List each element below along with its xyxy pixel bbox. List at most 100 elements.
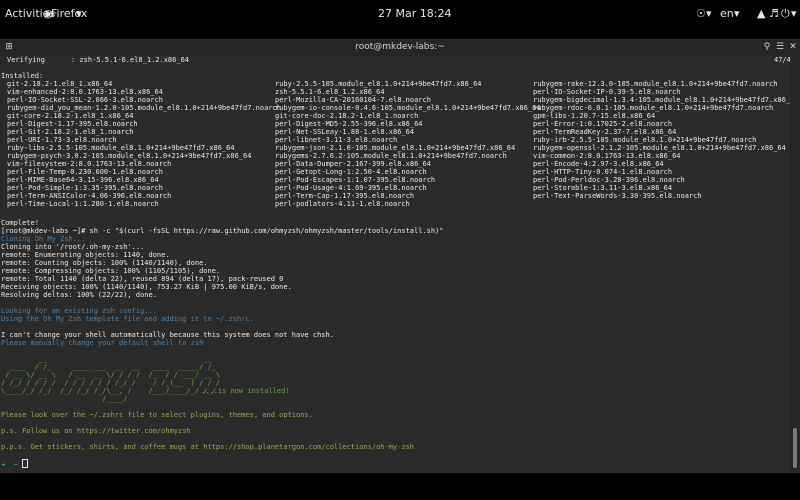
terminal-output[interactable]: Verifying : zsh-5.5.1-6.el8_1.2.x86_64 4… — [0, 56, 799, 473]
chevron-down-icon: ▾ — [706, 7, 712, 20]
package-entry: vim-filesystem-2:8.0.1763-13.el8.noarch — [7, 160, 172, 168]
package-entry: rubygem-did_you_mean-1.2.0-105.module_el… — [7, 104, 281, 112]
network-icon[interactable]: ▲ — [757, 7, 765, 20]
window-title: root@mkdev-labs:~ — [355, 42, 445, 52]
package-entry: rubygem-rdoc-6.0.1-105.module_el8.1.0+21… — [533, 104, 774, 112]
desktop-bottom — [0, 473, 800, 500]
language-indicator[interactable]: en — [720, 7, 734, 20]
installed-col-3: rubygem-rake-12.3.0-105.module_el8.1.0+2… — [533, 80, 799, 200]
terminal-window: ⊞ root@mkdev-labs:~ ⚲ ☰ ✕ Verifying : zs… — [0, 39, 800, 473]
package-entry: perl-Text-ParseWords-3.30-395.el8.noarch — [533, 192, 702, 200]
looking-config: Looking for an existing zsh config... — [1, 307, 157, 315]
package-entry: perl-Pod-Usage-4:1.69-395.el8.noarch — [275, 184, 427, 192]
git-output-line: Receiving objects: 100% (1140/1140), 753… — [1, 283, 292, 291]
package-entry: perl-URI-1.73-3.el8.noarch — [7, 136, 117, 144]
menu-icon[interactable]: ☰ — [774, 41, 786, 53]
package-entry: perl-Digest-MD5-2.55-396.el8.x86_64 — [275, 120, 423, 128]
manual-change-shell: Please manually change your default shel… — [1, 339, 204, 347]
volume-icon[interactable]: ♬ — [769, 7, 779, 20]
package-entry: git-core-2.18.2-1.el8_1.x86_64 — [7, 112, 134, 120]
git-output-line: remote: Compressing objects: 100% (1105/… — [1, 267, 221, 275]
package-entry: perl-HTTP-Tiny-0.074-1.el8.noarch — [533, 168, 673, 176]
logo-line: /____/ — [1, 395, 225, 403]
power-icon[interactable]: ⏻ — [781, 7, 790, 21]
package-entry: gpm-libs-1.20.7-15.el8.x86_64 — [533, 112, 656, 120]
logo-line: / __ \/ __ \ / __ `__ \/ / / / /_ / / __… — [1, 371, 225, 379]
git-output-line: remote: Enumerating objects: 1140, done. — [1, 251, 170, 259]
package-entry: perl-podlators-4.11-1.el8.noarch — [275, 200, 410, 208]
chevron-down-icon: ▾ — [791, 7, 797, 20]
package-entry: vim-common-2:8.0.1763-13.el8.x86_64 — [533, 152, 681, 160]
package-entry: zsh-5.5.1-6.el8_1.2.x86_64 — [275, 88, 385, 96]
package-entry: ruby-irb-2.5.5-105.module_el8.1.0+214+9b… — [533, 136, 757, 144]
package-entry: perl-Digest-1.17-395.el8.noarch — [7, 120, 138, 128]
package-entry: perl-Mozilla-CA-20160104-7.el8.noarch — [275, 96, 431, 104]
logo-line: ____ / /_ ____ ___ __ __ ____ _____/ /_ — [1, 363, 225, 371]
package-entry: perl-IO-Socket-SSL-2.066-3.el8.noarch — [7, 96, 163, 104]
oh-my-zsh-logo: __ __ ____ / /_ ____ ___ __ __ ____ ____… — [1, 355, 224, 403]
package-entry: git-2.18.2-1.el8_1.x86_64 — [7, 80, 113, 88]
package-entry: perl-Data-Dumper-2.167-399.el8.x86_64 — [275, 160, 431, 168]
package-entry: rubygem-rake-12.3.0-105.module_el8.1.0+2… — [533, 80, 778, 88]
package-entry: perl-TermReadKey-2.37-7.el8.x86_64 — [533, 128, 677, 136]
gnome-top-bar: Activities ◉ Firefox ▾ 27 Mar 18:24 ☉ ▾ … — [0, 0, 800, 26]
package-entry: perl-Net-SSLeay-1.88-1.el8.x86_64 — [275, 128, 415, 136]
installed-col-2: ruby-2.5.5-105.module_el8.1.0+214+9be47f… — [275, 80, 541, 208]
scrollbar-thumb[interactable] — [793, 428, 797, 468]
using-template: Using the Oh My Zsh template file and ad… — [1, 315, 254, 323]
package-entry: perl-Time-Local-1:1.280-1.el8.noarch — [7, 200, 159, 208]
package-entry: perl-Error-1:0.17025-2.el8.noarch — [533, 120, 673, 128]
logo-line: / /_/ / / / / / / / / / / /_/ / / /_(__ … — [1, 379, 225, 387]
package-entry: perl-Term-ANSIColor-4.06-396.el8.noarch — [7, 192, 172, 200]
package-entry: perl-Storable-1:3.11-3.el8.x86_64 — [533, 184, 673, 192]
logo-line: __ __ — [1, 355, 225, 363]
clock[interactable]: 27 Mar 18:24 — [378, 7, 451, 20]
package-entry: perl-MIME-Base64-3.15-396.el8.x86_64 — [7, 176, 159, 184]
git-output-line: remote: Total 1140 (delta 22), reused 89… — [1, 275, 284, 283]
package-entry: rubygem-openssl-2.1.2-105.module_el8.1.0… — [533, 144, 786, 152]
cursor — [22, 459, 29, 468]
package-entry: rubygems-2.7.6.2-105.module_el8.1.0+214+… — [275, 152, 507, 160]
package-entry: ruby-2.5.5-105.module_el8.1.0+214+9be47f… — [275, 80, 482, 88]
scrollbar[interactable] — [790, 56, 800, 473]
package-entry: rubygem-json-2.1.0-105.module_el8.1.0+21… — [275, 144, 516, 152]
verifying-label: Verifying — [7, 56, 45, 64]
installed-col-1: git-2.18.2-1.el8_1.x86_64 vim-enhanced-2:… — [7, 80, 281, 208]
package-entry: perl-Pod-Simple-1:3.35-395.el8.noarch — [7, 184, 163, 192]
package-entry: git-core-doc-2.18.2-1.el8_1.noarch — [275, 112, 419, 120]
logo-line: \____/_/ /_/ /_/ /_/ /_/\__, / /___/____… — [1, 387, 225, 395]
close-icon[interactable]: ✕ — [787, 41, 799, 53]
package-entry: ruby-libs-2.5.5-105.module_el8.1.0+214+9… — [7, 144, 235, 152]
complete-line: Complete! — [1, 219, 39, 227]
look-over-zshrc: Please look over the ~/.zshrc file to se… — [1, 411, 313, 419]
package-entry: perl-libnet-3.11-3.el8.noarch — [275, 136, 398, 144]
package-entry: rubygem-bigdecimal-1.3.4-105.module_el8.… — [533, 96, 799, 104]
chevron-down-icon: ▾ — [76, 7, 82, 20]
package-entry: vim-enhanced-2:8.0.1763-13.el8.x86_64 — [7, 88, 163, 96]
installed-header: Installed: — [1, 72, 44, 80]
now-installed: ....is now installed! — [201, 387, 290, 395]
prompt-text: ➜ ~ — [1, 461, 23, 469]
cloning-status: Cloning Oh My Zsh... — [1, 235, 86, 243]
git-output-line: Cloning into '/root/.oh-my-zsh'... — [1, 243, 145, 251]
verifying-value: : zsh-5.5.1-6.el8_1.2.x86_64 — [71, 56, 190, 64]
package-entry: rubygem-psych-3.0.2-105.module_el8.1.0+2… — [7, 152, 252, 160]
git-output-line: Resolving deltas: 100% (22/22), done. — [1, 291, 157, 299]
package-entry: perl-Encode-4:2.97-3.el8.x86_64 — [533, 160, 664, 168]
package-entry: perl-Pod-Escapes-1:1.07-395.el8.noarch — [275, 176, 436, 184]
package-entry: perl-Getopt-Long-1:2.50-4.el8.noarch — [275, 168, 427, 176]
pps-stickers: p.p.s. Get stickers, shirts, and coffee … — [1, 443, 415, 451]
package-entry: perl-Term-Cap-1.17-395.el8.noarch — [275, 192, 415, 200]
package-entry: perl-Git-2.18.2-1.el8_1.noarch — [7, 128, 134, 136]
cant-change-shell: I can't change your shell automatically … — [1, 331, 334, 339]
git-output-line: remote: Counting objects: 100% (1140/114… — [1, 259, 208, 267]
package-entry: perl-Pod-Perldoc-3.28-396.el8.noarch — [533, 176, 685, 184]
git-output: Cloning into '/root/.oh-my-zsh'... remote… — [1, 243, 292, 299]
search-icon[interactable]: ⚲ — [761, 41, 773, 53]
accessibility-icon[interactable]: ☉ — [696, 7, 706, 20]
window-titlebar[interactable]: ⊞ root@mkdev-labs:~ ⚲ ☰ ✕ — [0, 39, 800, 57]
zsh-prompt[interactable]: ➜ ~ — [1, 459, 29, 469]
chevron-down-icon: ▾ — [734, 7, 740, 20]
package-entry: rubygem-io-console-0.4.6-105.module_el8.… — [275, 104, 541, 112]
package-entry: perl-File-Temp-0.230.600-1.el8.noarch — [7, 168, 163, 176]
